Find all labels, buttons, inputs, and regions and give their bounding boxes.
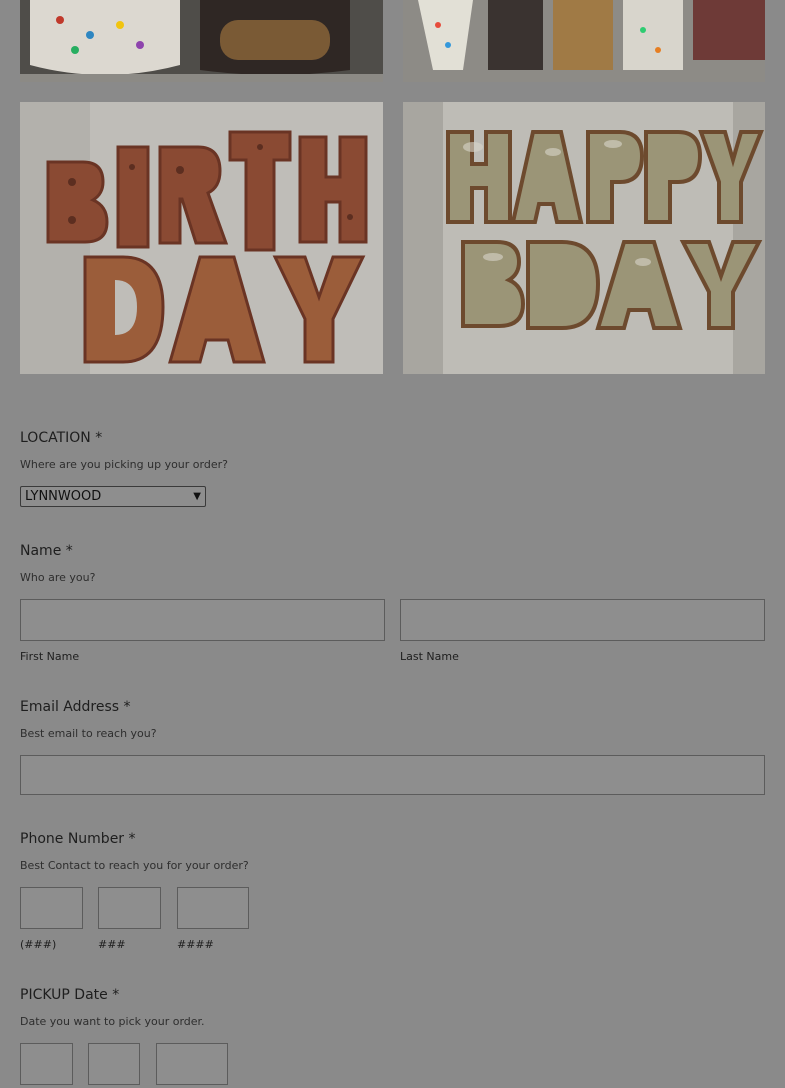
chevron-down-icon: ▼ (193, 491, 201, 502)
phone-area-input[interactable] (20, 887, 83, 929)
pickup-date-help: Date you want to pick your order. (20, 1015, 205, 1028)
last-name-input[interactable] (400, 599, 765, 641)
donut-photo-birthday (20, 102, 383, 374)
location-select[interactable]: LYNNWOOD ▼ (20, 486, 206, 507)
phone-line-input[interactable] (177, 887, 249, 929)
last-name-sublabel: Last Name (400, 650, 459, 663)
donut-letters-image (20, 0, 383, 82)
name-label: Name * (20, 543, 73, 559)
email-input[interactable] (20, 755, 765, 795)
donut-letters-image (20, 102, 383, 374)
pickup-day-input[interactable] (88, 1043, 140, 1085)
phone-help: Best Contact to reach you for your order… (20, 859, 249, 872)
donut-photo-top-left (20, 0, 383, 82)
donut-letters-image (403, 0, 765, 82)
donut-letters-image (403, 102, 765, 374)
location-help: Where are you picking up your order? (20, 458, 228, 471)
pickup-month-input[interactable] (20, 1043, 73, 1085)
phone-area-sublabel: (###) (20, 938, 57, 951)
donut-photo-happy-bday (403, 102, 765, 374)
phone-prefix-input[interactable] (98, 887, 161, 929)
email-label: Email Address * (20, 699, 131, 715)
phone-line-sublabel: #### (177, 938, 214, 951)
location-label: LOCATION * (20, 430, 103, 446)
first-name-input[interactable] (20, 599, 385, 641)
phone-label: Phone Number * (20, 831, 136, 847)
first-name-sublabel: First Name (20, 650, 80, 663)
name-help: Who are you? (20, 571, 96, 584)
pickup-date-label: PICKUP Date * (20, 987, 120, 1003)
email-help: Best email to reach you? (20, 727, 157, 740)
phone-prefix-sublabel: ### (98, 938, 126, 951)
pickup-year-input[interactable] (156, 1043, 228, 1085)
location-select-value: LYNNWOOD (25, 489, 102, 504)
donut-photo-top-right (403, 0, 765, 82)
